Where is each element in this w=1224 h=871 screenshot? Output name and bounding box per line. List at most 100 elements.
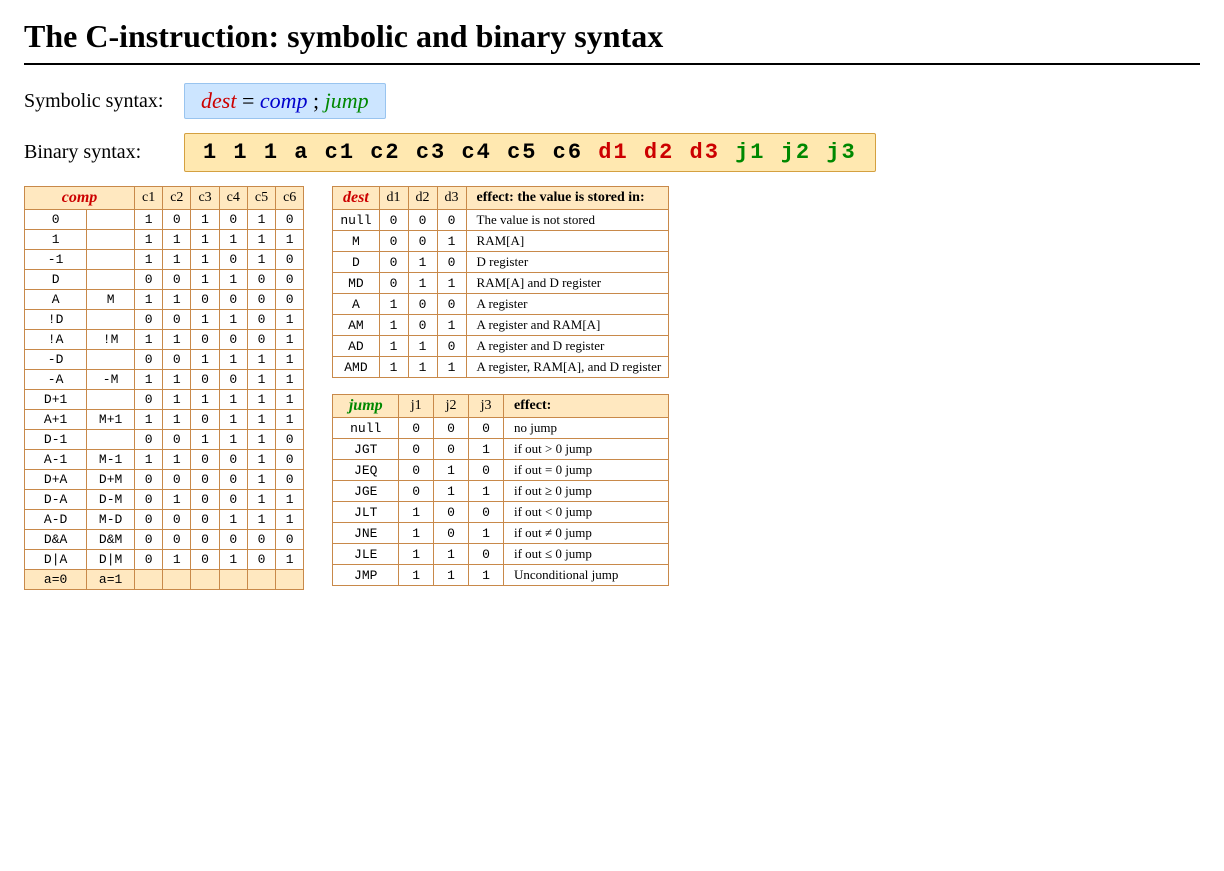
dest-table-row: AD110A register and D register: [333, 336, 669, 357]
binary-bit-8: c5: [507, 140, 537, 165]
comp-col-header: comp: [25, 187, 135, 210]
dest-cell-6-0: AD: [333, 336, 379, 357]
comp-bit-cell: 0: [219, 290, 247, 310]
comp-bit-cell: 1: [219, 430, 247, 450]
comp-bit-cell: 0: [219, 250, 247, 270]
comp-table-row: D&AD&M000000: [25, 530, 304, 550]
comp-cell-17-0: D|A: [25, 550, 87, 570]
binary-bit-0: 1: [203, 140, 218, 165]
comp-table-row: 1111111: [25, 230, 304, 250]
comp-table-row: -D001111: [25, 350, 304, 370]
comp-bit-cell: 0: [135, 310, 163, 330]
comp-bit-cell: 0: [191, 510, 219, 530]
comp-bit-cell: 0: [219, 330, 247, 350]
comp-bit-cell: 1: [219, 390, 247, 410]
binary-bit-14: j2: [781, 140, 811, 165]
comp-bit-cell: 0: [219, 370, 247, 390]
comp-bit-cell: 1: [247, 370, 275, 390]
jump-cell-3-2: 1: [434, 481, 469, 502]
comp-bit-cell: 0: [276, 250, 304, 270]
dest-cell-6-1: 1: [379, 336, 408, 357]
comp-bit-cell: 1: [247, 390, 275, 410]
comp-table-row: D001100: [25, 270, 304, 290]
comp-bit-cell: 1: [163, 550, 191, 570]
comp-footer-a1: a=1: [87, 570, 135, 590]
comp-bit-cell: 0: [135, 270, 163, 290]
comp-footer-empty: [247, 570, 275, 590]
comp-bit-cell: 1: [135, 210, 163, 230]
dest-cell-1-1: 0: [379, 231, 408, 252]
comp-footer-empty: [219, 570, 247, 590]
comp-bit-cell: 0: [219, 470, 247, 490]
jump-table-row: JGE011if out ≥ 0 jump: [333, 481, 669, 502]
comp-bit-header-c6: c6: [276, 187, 304, 210]
comp-bit-cell: 1: [247, 410, 275, 430]
comp-bit-cell: 1: [191, 390, 219, 410]
comp-bit-cell: 1: [191, 250, 219, 270]
comp-cell-10-1: M+1: [87, 410, 135, 430]
comp-bit-cell: 0: [135, 490, 163, 510]
jump-cell-7-2: 1: [434, 565, 469, 586]
jump-cell-1-3: 1: [469, 439, 504, 460]
dest-cell-4-2: 0: [408, 294, 437, 315]
jump-header-2: j2: [434, 395, 469, 418]
comp-footer-empty: [135, 570, 163, 590]
comp-cell-16-0: D&A: [25, 530, 87, 550]
jump-cell-0-0: null: [333, 418, 399, 439]
comp-bit-cell: 1: [276, 490, 304, 510]
comp-bit-cell: 0: [163, 350, 191, 370]
comp-bit-cell: 1: [135, 410, 163, 430]
comp-table: compc1c2c3c4c5c601010101111111-1111010D0…: [24, 186, 304, 590]
comp-bit-cell: 1: [191, 430, 219, 450]
comp-cell-14-1: D-M: [87, 490, 135, 510]
jump-cell-3-4: if out ≥ 0 jump: [503, 481, 668, 502]
dest-cell-0-3: 0: [437, 210, 466, 231]
comp-cell-9-1: [87, 390, 135, 410]
dest-cell-6-2: 1: [408, 336, 437, 357]
comp-cell-5-1: [87, 310, 135, 330]
jump-cell-4-1: 1: [399, 502, 434, 523]
comp-bit-cell: 0: [276, 430, 304, 450]
comp-table-row: -A-M110011: [25, 370, 304, 390]
comp-bit-cell: 1: [247, 430, 275, 450]
jump-header-3: j3: [469, 395, 504, 418]
dest-cell-5-2: 0: [408, 315, 437, 336]
dest-table-row: D010D register: [333, 252, 669, 273]
comp-bit-cell: 0: [219, 490, 247, 510]
comp-bit-cell: 1: [276, 370, 304, 390]
comp-bit-cell: 1: [163, 410, 191, 430]
comp-bit-cell: 1: [191, 350, 219, 370]
jump-header-4: effect:: [503, 395, 668, 418]
jump-table: jumpj1j2j3effect:null000no jumpJGT001if …: [332, 394, 669, 586]
jump-cell-0-3: 0: [469, 418, 504, 439]
comp-bit-cell: 0: [276, 530, 304, 550]
comp-footer-empty: [191, 570, 219, 590]
comp-bit-cell: 1: [276, 550, 304, 570]
comp-table-row: D-AD-M010011: [25, 490, 304, 510]
comp-bit-cell: 0: [163, 310, 191, 330]
dest-cell-7-1: 1: [379, 357, 408, 378]
dest-cell-5-4: A register and RAM[A]: [466, 315, 669, 336]
tables-container: compc1c2c3c4c5c601010101111111-1111010D0…: [24, 186, 1200, 590]
comp-bit-cell: 1: [163, 290, 191, 310]
dest-cell-0-0: null: [333, 210, 379, 231]
comp-bit-cell: 0: [163, 430, 191, 450]
comp-bit-cell: 0: [219, 530, 247, 550]
comp-bit-cell: 0: [276, 450, 304, 470]
comp-bit-cell: 0: [135, 530, 163, 550]
dest-cell-4-4: A register: [466, 294, 669, 315]
comp-table-row: A-1M-1110010: [25, 450, 304, 470]
comp-bit-cell: 0: [163, 470, 191, 490]
dest-cell-7-2: 1: [408, 357, 437, 378]
binary-bit-5: c2: [370, 140, 400, 165]
jump-cell-4-4: if out < 0 jump: [503, 502, 668, 523]
dest-table-row: AMD111A register, RAM[A], and D register: [333, 357, 669, 378]
jump-cell-2-3: 0: [469, 460, 504, 481]
comp-bit-cell: 1: [135, 450, 163, 470]
jump-table-row: JNE101if out ≠ 0 jump: [333, 523, 669, 544]
jump-cell-2-1: 0: [399, 460, 434, 481]
dest-cell-0-4: The value is not stored: [466, 210, 669, 231]
comp-cell-2-1: [87, 250, 135, 270]
comp-table-row: !A!M110001: [25, 330, 304, 350]
dest-cell-7-0: AMD: [333, 357, 379, 378]
